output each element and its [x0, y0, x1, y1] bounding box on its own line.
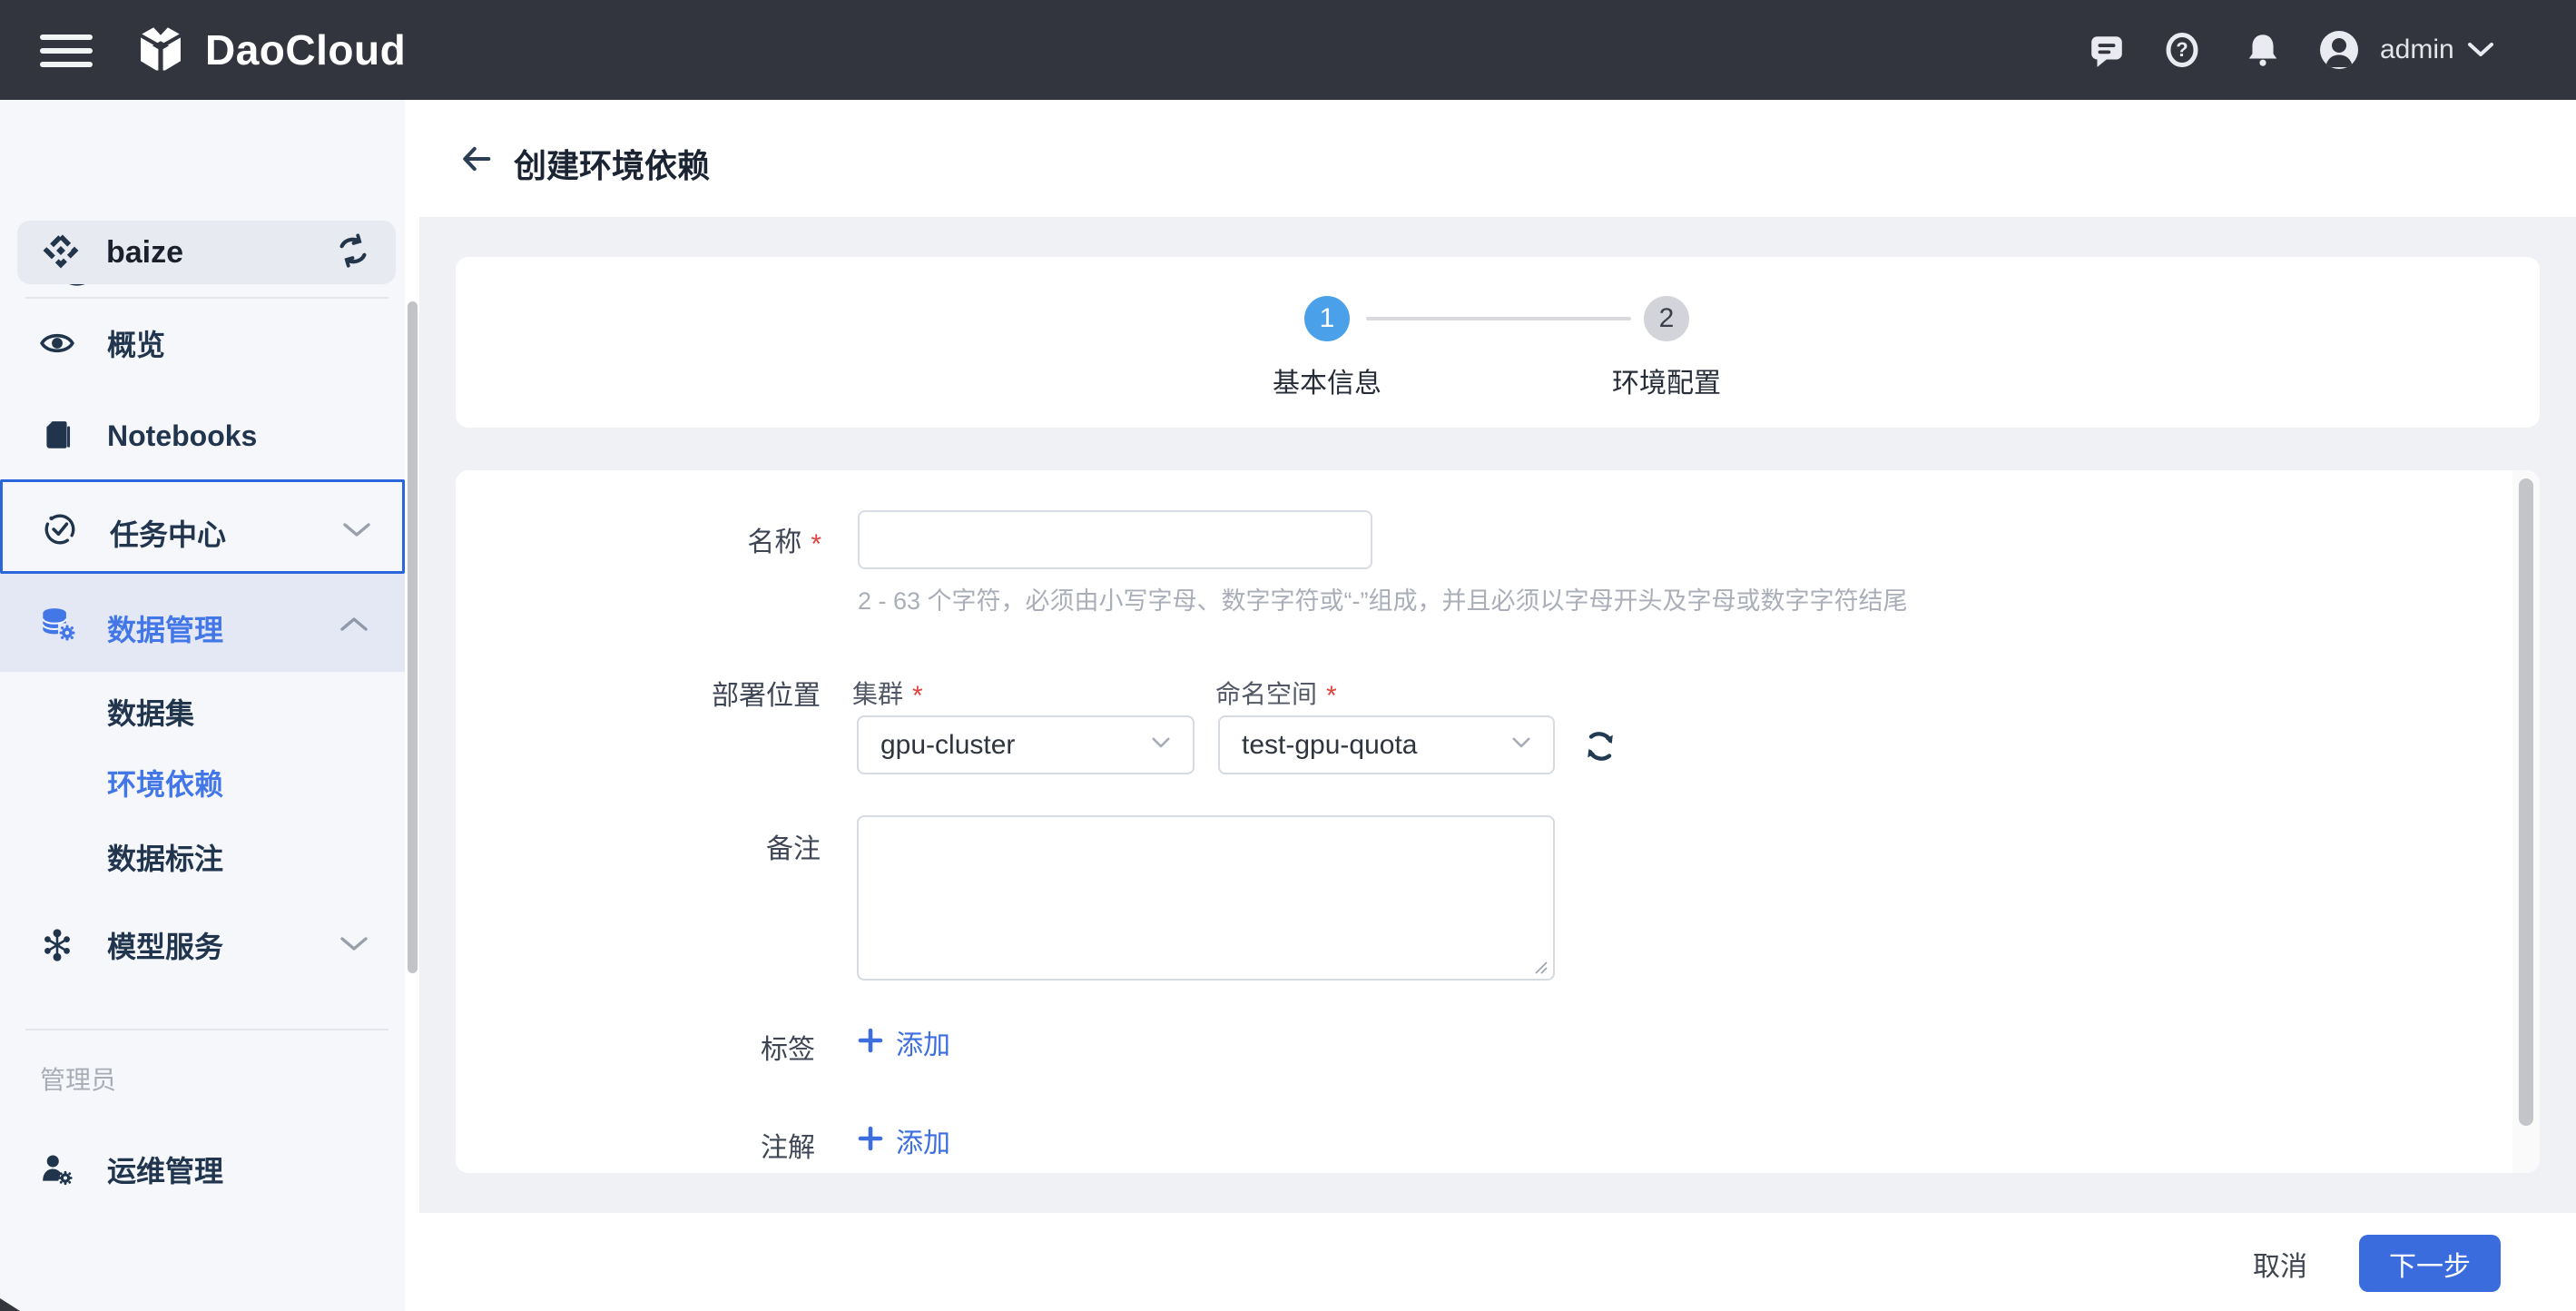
step-2-label: 环境配置 — [1549, 360, 1785, 400]
user-gear-icon — [40, 1152, 74, 1187]
chevron-up-icon — [339, 616, 369, 636]
sidebar-item-label: 数据管理 — [107, 607, 223, 649]
step-connector — [1366, 317, 1631, 320]
database-icon — [40, 606, 76, 646]
refresh-icon[interactable] — [1581, 727, 1619, 770]
select-chevron-icon — [1511, 736, 1531, 754]
bottom-action-bar: 取消 下一步 — [419, 1213, 2576, 1311]
cluster-label: 集群* — [852, 675, 923, 712]
cancel-button[interactable]: 取消 — [2226, 1235, 2335, 1292]
model-services-icon — [40, 928, 74, 962]
sidebar-item-task-center[interactable]: 任务中心 — [0, 479, 405, 574]
sidebar-item-label: 运维管理 — [107, 1148, 223, 1190]
name-helper-text: 2 - 63 个字符，必须由小写字母、数字字符或“-”组成，并且必须以字母开头及… — [858, 581, 1908, 616]
deploy-location-label: 部署位置 — [636, 673, 821, 713]
chevron-down-icon — [342, 522, 371, 543]
sidebar-item-label: 概览 — [107, 322, 165, 364]
workspace-diamond-icon — [41, 231, 81, 275]
sidebar-subitem-datasets[interactable]: 数据集 — [107, 691, 194, 733]
name-input[interactable] — [858, 510, 1372, 569]
divider — [25, 1029, 388, 1030]
help-icon[interactable]: ? — [2164, 0, 2200, 100]
task-center-icon — [43, 512, 77, 551]
remark-label: 备注 — [636, 826, 821, 866]
select-chevron-icon — [1151, 736, 1171, 754]
eye-icon — [40, 326, 74, 360]
sidebar-item-notebooks[interactable]: Notebooks — [0, 403, 405, 468]
page-header: 创建环境依赖 — [419, 100, 2576, 217]
page-title: 创建环境依赖 — [514, 140, 710, 187]
add-label-button[interactable]: 添加 — [858, 1022, 950, 1062]
content-area: 1 2 基本信息 环境配置 名称* 2 - 63 个字符，必须由小写字母、数字字… — [419, 217, 2576, 1213]
sidebar-item-data-management[interactable]: 数据管理 — [0, 574, 405, 672]
plus-icon — [858, 1028, 883, 1058]
notifications-bell-icon[interactable] — [2244, 0, 2282, 100]
daocloud-logo-icon — [133, 20, 189, 81]
feedback-icon[interactable] — [2088, 0, 2126, 100]
form-card: 名称* 2 - 63 个字符，必须由小写字母、数字字符或“-”组成，并且必须以字… — [456, 470, 2540, 1173]
remark-textarea[interactable] — [857, 815, 1555, 981]
sidebar-subitem-data-annotation[interactable]: 数据标注 — [107, 836, 223, 878]
required-asterisk: * — [1326, 681, 1337, 711]
sidebar-item-model-services[interactable]: 模型服务 — [0, 912, 405, 978]
brand: DaoCloud — [133, 0, 406, 100]
top-bar: DaoCloud ? admin — [0, 0, 2576, 100]
back-arrow-icon[interactable] — [458, 141, 495, 177]
sidebar-item-label: 任务中心 — [110, 512, 226, 554]
svg-text:?: ? — [2176, 38, 2188, 61]
namespace-label: 命名空间* — [1215, 675, 1337, 712]
sidebar-item-overview[interactable]: 概览 — [0, 310, 405, 376]
cluster-select[interactable]: gpu-cluster — [857, 715, 1195, 774]
sidebar: AI Lab baize — [0, 100, 419, 1311]
chevron-down-icon — [339, 936, 370, 954]
user-name[interactable]: admin — [2380, 34, 2454, 65]
required-asterisk: * — [811, 529, 821, 559]
namespace-select[interactable]: test-gpu-quota — [1218, 715, 1555, 774]
sidebar-item-ops-management[interactable]: 运维管理 — [0, 1137, 405, 1202]
form-scrollbar-thumb[interactable] — [2519, 478, 2533, 1126]
add-annotation-button[interactable]: 添加 — [858, 1120, 950, 1160]
workspace-switch-icon[interactable] — [334, 232, 372, 274]
step-1-circle: 1 — [1304, 296, 1350, 341]
workspace-selector[interactable]: baize — [17, 221, 396, 284]
avatar[interactable] — [2318, 0, 2360, 100]
required-asterisk: * — [912, 681, 923, 711]
brand-name: DaoCloud — [205, 25, 406, 74]
sidebar-section-admin: 管理员 — [40, 1060, 116, 1097]
step-2-circle: 2 — [1644, 296, 1689, 341]
user-menu-chevron-down-icon[interactable] — [2467, 0, 2494, 100]
sidebar-item-label: Notebooks — [107, 419, 257, 453]
plus-icon — [858, 1126, 883, 1156]
annotations-label: 注解 — [631, 1125, 815, 1165]
notebook-icon — [40, 419, 74, 453]
step-1-label: 基本信息 — [1209, 360, 1445, 400]
sidebar-scrollbar-thumb[interactable] — [408, 301, 418, 973]
divider — [25, 297, 388, 299]
hamburger-menu-icon[interactable] — [40, 34, 93, 67]
labels-label: 标签 — [631, 1027, 815, 1067]
workspace-name: baize — [106, 235, 309, 271]
stepper-card: 1 2 基本信息 环境配置 — [456, 257, 2540, 428]
sidebar-item-label: 模型服务 — [107, 924, 223, 966]
next-step-button[interactable]: 下一步 — [2359, 1235, 2501, 1292]
sidebar-subitem-environments[interactable]: 环境依赖 — [107, 762, 223, 803]
name-label: 名称* — [637, 519, 821, 560]
